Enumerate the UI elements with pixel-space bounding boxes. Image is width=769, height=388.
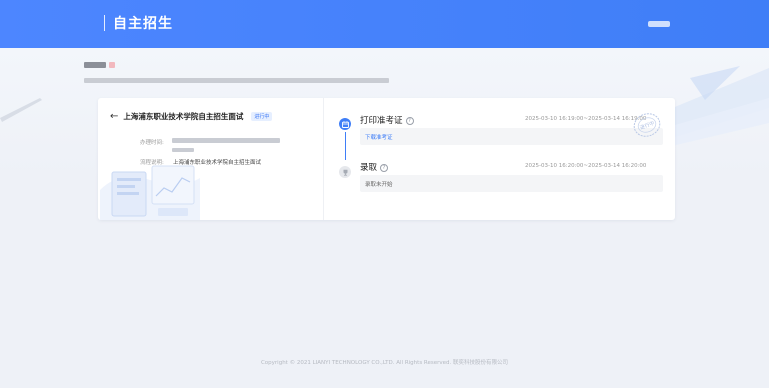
arrow-left-icon[interactable]: ←: [110, 111, 118, 122]
process-summary: ← 上海浦东职业技术学院自主招生面试 进行中 办理时间: 流程说明: 上海浦东职…: [98, 98, 324, 220]
back-row[interactable]: ← 上海浦东职业技术学院自主招生面试 进行中: [110, 111, 273, 122]
process-title: 上海浦东职业技术学院自主招生面试: [123, 112, 244, 121]
illustration-icon: [100, 165, 200, 220]
step-title-print-ticket: 打印准考证?: [360, 114, 414, 126]
admission-status-text: 录取未开始: [365, 182, 393, 188]
footer-copyright: Copyright © 2021 LIANYI TECHNOLOGY CO.,L…: [260, 360, 509, 366]
step-title-text: 录取: [360, 163, 378, 173]
download-ticket-link[interactable]: 下载准考证: [365, 133, 393, 141]
step-status-box: 录取未开始: [360, 175, 663, 192]
trophy-icon: [339, 166, 351, 178]
stamp-icon: 进行中: [633, 113, 661, 137]
status-badge: 进行中: [251, 112, 273, 121]
masked-handle-time: [172, 138, 280, 143]
brand: 自主招生: [104, 13, 173, 33]
question-circle-icon[interactable]: ?: [405, 116, 414, 125]
step-time: 2025-03-10 16:19:00~2025-03-14 16:19:00: [525, 116, 647, 122]
user-menu[interactable]: [648, 21, 670, 27]
brand-divider: [104, 15, 105, 31]
masked-user-info: [84, 78, 389, 83]
step-title-text: 打印准考证: [360, 116, 403, 126]
masked-handle-time-2: [172, 148, 194, 152]
process-card: ← 上海浦东职业技术学院自主招生面试 进行中 办理时间: 流程说明: 上海浦东职…: [98, 98, 675, 220]
question-circle-icon[interactable]: ?: [380, 163, 389, 172]
step-time: 2025-03-10 16:20:00~2025-03-14 16:20:00: [525, 163, 647, 169]
step-title-admission: 录取?: [360, 161, 389, 173]
masked-user-badge: [109, 62, 115, 68]
header-bar: 自主招生: [0, 0, 769, 48]
app-title: 自主招生: [113, 16, 173, 32]
timeline-connector: [345, 132, 346, 160]
calendar-icon: [339, 118, 351, 130]
masked-user-name: [84, 62, 106, 68]
step-action-box: 下载准考证: [360, 128, 663, 145]
handle-time-label: 办理时间:: [140, 140, 164, 146]
